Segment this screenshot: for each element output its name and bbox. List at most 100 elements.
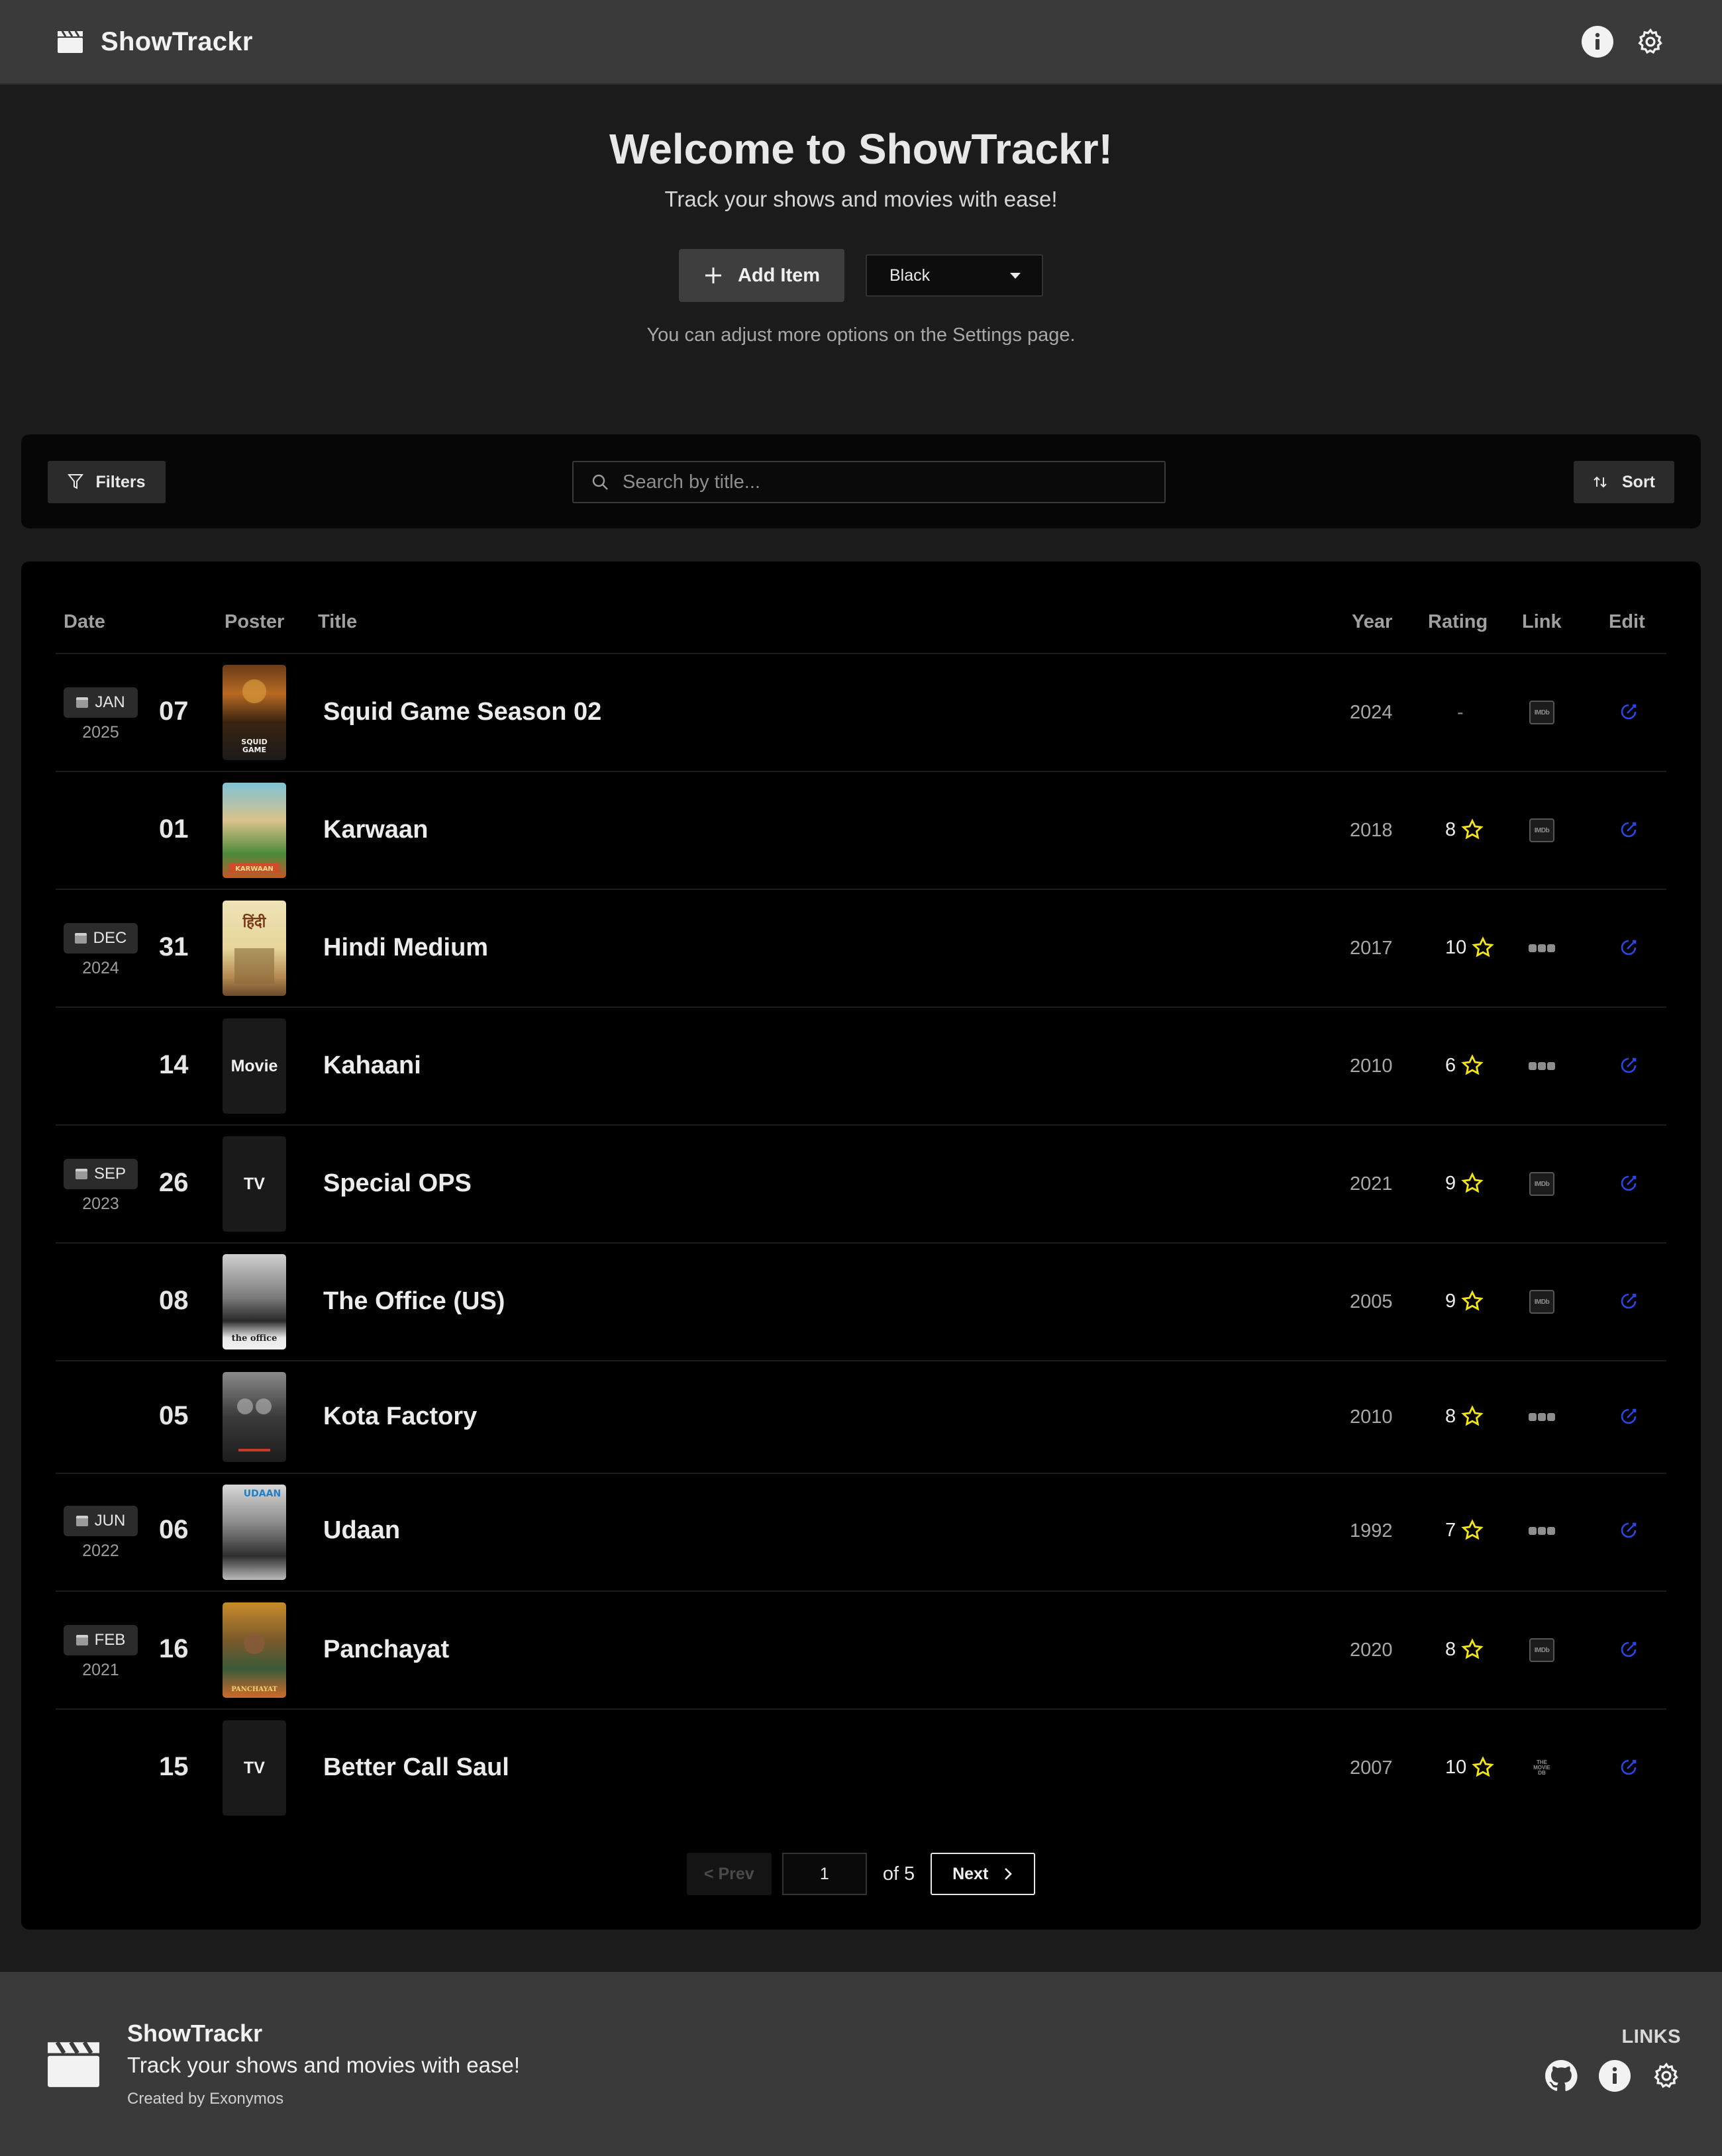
edit-button[interactable] [1616, 1171, 1641, 1196]
table-row[interactable]: 08 the office The Office (US) 2005 9 IMD… [56, 1242, 1666, 1360]
edit-button[interactable] [1616, 1755, 1641, 1780]
external-link[interactable] [1527, 1053, 1556, 1079]
theme-select[interactable]: Black [866, 254, 1043, 297]
imdb-link[interactable]: IMDb [1527, 1289, 1556, 1315]
poster-placeholder[interactable]: Movie [223, 1018, 286, 1114]
footer-credit[interactable]: Created by Exonymos [127, 2090, 283, 2108]
column-header-link: Link [1522, 611, 1562, 632]
row-title[interactable]: Udaan [323, 1516, 400, 1545]
imdb-link[interactable]: IMDb [1527, 1171, 1556, 1197]
poster-image[interactable] [223, 1372, 286, 1462]
poster-image[interactable]: KARWAAN [223, 783, 286, 878]
footer-links-heading: LINKS [1621, 2026, 1681, 2047]
row-title[interactable]: Hindi Medium [323, 934, 488, 962]
edit-button[interactable] [1616, 699, 1641, 724]
svg-text:PANCHAYAT: PANCHAYAT [231, 1686, 278, 1693]
search-box[interactable] [572, 461, 1166, 503]
poster-image[interactable]: हिंदी [223, 901, 286, 996]
day-number: 15 [159, 1752, 189, 1781]
page-number-input[interactable]: 1 [782, 1853, 867, 1895]
external-link[interactable] [1527, 1518, 1556, 1544]
star-icon [1461, 1638, 1484, 1659]
poster-placeholder[interactable]: TV [223, 1136, 286, 1232]
column-header-title[interactable]: Title [318, 611, 357, 633]
imdb-link[interactable]: IMDb [1527, 699, 1556, 726]
table-row[interactable]: 01 KARWAAN Karwaan 2018 8 IMDb [56, 771, 1666, 889]
brand[interactable]: ShowTrackr [57, 27, 253, 57]
add-item-button[interactable]: Add Item [679, 249, 844, 302]
row-title[interactable]: Squid Game Season 02 [323, 698, 601, 726]
edit-button[interactable] [1616, 1518, 1641, 1543]
poster-image[interactable]: SQUID GAME [223, 665, 286, 760]
row-year: 2017 [1350, 938, 1393, 959]
star-icon [1461, 1290, 1484, 1311]
column-header-date[interactable]: Date [64, 611, 105, 633]
external-link[interactable] [1527, 935, 1556, 961]
table-row[interactable]: 15 TV Better Call Saul 2007 10 THE MOVIE D… [56, 1708, 1666, 1826]
month-badge: SEP [64, 1159, 138, 1189]
filters-button[interactable]: Filters [48, 461, 166, 503]
edit-button[interactable] [1616, 1637, 1641, 1662]
row-rating: - [1435, 702, 1498, 724]
edit-button[interactable] [1616, 1289, 1641, 1314]
plus-icon [705, 268, 721, 283]
search-input[interactable] [623, 471, 1139, 493]
star-icon [1461, 1519, 1484, 1540]
rating-value: 9 [1445, 1172, 1456, 1194]
external-link[interactable] [1527, 1404, 1556, 1430]
footer-app-name: ShowTrackr [127, 2020, 263, 2047]
row-year: 2020 [1350, 1640, 1393, 1661]
month-badge: DEC [64, 923, 138, 954]
row-title[interactable]: Kota Factory [323, 1402, 477, 1431]
poster-image[interactable]: UDAAN [223, 1485, 286, 1580]
info-icon[interactable] [1599, 2060, 1631, 2092]
next-page-button[interactable]: Next [931, 1853, 1036, 1895]
table-row[interactable]: JAN 2025 07 SQUID GAME Squid Game Season … [56, 653, 1666, 771]
row-title[interactable]: Kahaani [323, 1052, 421, 1080]
poster-placeholder[interactable]: TV [223, 1720, 286, 1816]
table-row[interactable]: FEB 2021 16 PANCHAYAT Panchayat 2020 8 I… [56, 1591, 1666, 1708]
svg-text:KARWAAN: KARWAAN [235, 865, 274, 873]
column-header-year[interactable]: Year [1352, 611, 1392, 633]
rating-value: 6 [1445, 1054, 1456, 1076]
gear-icon[interactable] [1652, 2061, 1681, 2090]
github-icon[interactable] [1545, 2059, 1578, 2092]
svg-text:UDAAN: UDAAN [244, 1489, 281, 1499]
imdb-link[interactable]: IMDb [1527, 817, 1556, 844]
row-rating: 8 [1435, 1405, 1498, 1428]
more-icon [1529, 1062, 1555, 1070]
row-rating: 7 [1435, 1519, 1498, 1542]
table-row[interactable]: 14 Movie Kahaani 2010 6 [56, 1006, 1666, 1124]
tmdb-link[interactable]: THE MOVIE DB [1527, 1755, 1556, 1781]
edit-button[interactable] [1616, 1053, 1641, 1078]
table-row[interactable]: JUN 2022 06 UDAAN Udaan 1992 7 [56, 1473, 1666, 1591]
day-number: 08 [159, 1286, 189, 1315]
edit-button[interactable] [1616, 935, 1641, 960]
month-badge: FEB [64, 1625, 138, 1655]
info-icon[interactable] [1582, 26, 1613, 58]
poster-image[interactable]: PANCHAYAT [223, 1602, 286, 1698]
gear-icon[interactable] [1636, 27, 1665, 56]
row-title[interactable]: The Office (US) [323, 1287, 505, 1316]
row-title[interactable]: Panchayat [323, 1636, 449, 1664]
table-row[interactable]: DEC 2024 31 हिंदी Hindi Medium 2017 10 [56, 889, 1666, 1006]
edit-button[interactable] [1616, 817, 1641, 842]
row-rating: 10 [1435, 936, 1498, 959]
rating-value: 10 [1445, 1756, 1467, 1778]
table-row[interactable]: SEP 2023 26 TV Special OPS 2021 9 IMDb [56, 1124, 1666, 1242]
filter-icon [68, 474, 84, 489]
prev-page-button[interactable]: < Prev [686, 1853, 772, 1895]
page-count: of 5 [882, 1863, 915, 1885]
table-row[interactable]: 05 Kota Factory 2010 8 [56, 1360, 1666, 1473]
edit-button[interactable] [1616, 1404, 1641, 1429]
row-title[interactable]: Special OPS [323, 1169, 472, 1198]
imdb-link[interactable]: IMDb [1527, 1637, 1556, 1663]
month-label: SEP [93, 1165, 127, 1183]
row-title[interactable]: Better Call Saul [323, 1753, 509, 1782]
row-title[interactable]: Karwaan [323, 816, 428, 844]
star-icon [1472, 936, 1494, 957]
sort-button[interactable]: Sort [1574, 461, 1674, 503]
poster-image[interactable]: the office [223, 1254, 286, 1349]
settings-note: You can adjust more options on the Setti… [646, 324, 1076, 346]
column-header-rating[interactable]: Rating [1428, 611, 1488, 633]
